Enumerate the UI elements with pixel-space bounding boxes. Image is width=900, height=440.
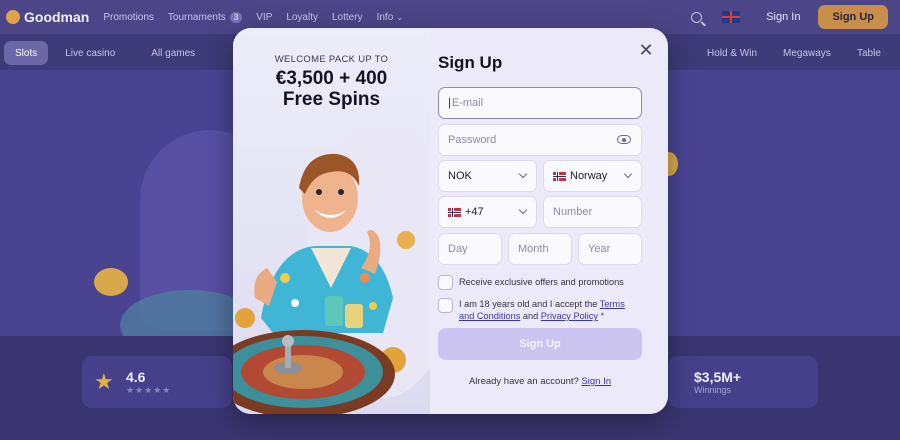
- email-placeholder: E-mail: [451, 97, 484, 109]
- flag-norway-icon: [448, 207, 461, 217]
- country-value: Norway: [570, 170, 608, 182]
- nav-loyalty[interactable]: Loyalty: [286, 12, 318, 23]
- logo-icon: [6, 10, 20, 24]
- sign-up-button[interactable]: Sign Up: [818, 5, 888, 29]
- eye-icon[interactable]: [617, 135, 631, 144]
- nav-promotions[interactable]: Promotions: [103, 12, 154, 23]
- search-icon[interactable]: [691, 11, 703, 23]
- promo-kicker: WELCOME PACK UP TO: [274, 54, 389, 65]
- rating-stars: ★★★★★: [126, 384, 172, 395]
- category-megaways[interactable]: Megaways: [772, 41, 842, 65]
- nav-vip[interactable]: VIP: [256, 12, 272, 23]
- privacy-link[interactable]: Privacy Policy: [541, 311, 598, 321]
- form-title: Sign Up: [438, 53, 503, 72]
- password-placeholder: Password: [448, 134, 497, 146]
- nav-label: Info: [376, 11, 394, 23]
- nav-label: Tournaments: [167, 11, 226, 23]
- have-account-text: Already have an account?: [468, 376, 579, 387]
- flag-uk-icon[interactable]: [722, 11, 741, 23]
- promo-panel: WELCOME PACK UP TO €3,500 + 400 Free Spi…: [233, 28, 430, 414]
- promo-title-line1: €3,500 + 400: [275, 68, 388, 89]
- sign-in-button[interactable]: Sign In: [766, 11, 800, 23]
- flag-norway-icon: [553, 171, 566, 181]
- nav-lottery[interactable]: Lottery: [332, 12, 363, 23]
- phone-number-field[interactable]: Number: [543, 196, 642, 228]
- promo-illustration: [233, 128, 430, 414]
- winnings-value: $3,5M+: [694, 369, 742, 385]
- phone-code-select[interactable]: +47: [438, 196, 537, 228]
- logo-text: Goodman: [24, 9, 90, 25]
- rating-card: ★ 4.6 ★★★★★: [82, 356, 232, 408]
- signup-form: Sign Up | E-mail Password NOK Norway +47…: [438, 28, 668, 414]
- day-placeholder: Day: [448, 243, 468, 255]
- currency-select[interactable]: NOK: [438, 160, 537, 192]
- nav-info[interactable]: Info ⌄: [377, 12, 403, 23]
- birth-year-field[interactable]: Year: [578, 233, 642, 265]
- age-terms-checkbox[interactable]: [438, 298, 453, 313]
- promo-title-line2: Free Spins: [282, 89, 381, 110]
- category-table[interactable]: Table: [846, 41, 892, 65]
- rating-info: 4.6 ★★★★★: [126, 369, 171, 396]
- signup-modal: WELCOME PACK UP TO €3,500 + 400 Free Spi…: [233, 28, 668, 414]
- month-placeholder: Month: [518, 243, 549, 255]
- offers-checkbox[interactable]: [438, 275, 453, 290]
- offers-consent-row: Receive exclusive offers and promotions: [438, 275, 624, 290]
- have-account-row: Already have an account? Sign In: [438, 376, 642, 387]
- email-field[interactable]: | E-mail: [438, 87, 642, 119]
- nav-label: Promotions: [103, 11, 154, 23]
- age-terms-row: I am 18 years old and I accept the Terms…: [438, 298, 642, 322]
- chevron-down-icon: [518, 169, 528, 179]
- country-select[interactable]: Norway: [543, 160, 642, 192]
- submit-button[interactable]: Sign Up: [438, 328, 642, 360]
- rating-value: 4.6: [126, 368, 146, 385]
- category-slots[interactable]: Slots: [4, 41, 49, 65]
- nav-label: VIP: [256, 11, 273, 23]
- category-live-casino[interactable]: Live casino: [54, 41, 126, 65]
- main-nav: Promotions Tournaments 3 VIP Loyalty Lott…: [103, 11, 417, 23]
- currency-value: NOK: [448, 170, 472, 182]
- chevron-down-icon: [623, 169, 633, 179]
- tournaments-count-badge: 3: [229, 11, 243, 23]
- age-text-2: and: [522, 311, 539, 321]
- password-field[interactable]: Password: [438, 124, 642, 156]
- birth-day-field[interactable]: Day: [438, 233, 502, 265]
- required-mark: *: [600, 311, 605, 321]
- coin-icon: [94, 268, 128, 296]
- promo-title: €3,500 + 400 Free Spins: [233, 68, 430, 110]
- logo[interactable]: Goodman: [6, 9, 89, 25]
- chevron-down-icon: [518, 205, 528, 215]
- winnings-label: Winnings: [694, 385, 732, 395]
- phone-code-value: +47: [465, 206, 484, 218]
- year-placeholder: Year: [588, 243, 611, 255]
- age-terms-label: I am 18 years old and I accept the Terms…: [459, 298, 642, 322]
- birth-month-field[interactable]: Month: [508, 233, 572, 265]
- nav-tournaments[interactable]: Tournaments 3: [167, 11, 243, 23]
- text-caret: |: [448, 97, 451, 109]
- age-text-1: I am 18 years old and I accept the: [459, 299, 598, 309]
- number-placeholder: Number: [553, 206, 593, 218]
- nav-label: Lottery: [332, 11, 363, 23]
- category-all-games[interactable]: All games: [140, 41, 206, 65]
- star-icon: ★: [94, 369, 114, 394]
- winnings-card: $3,5M+ Winnings: [668, 356, 818, 408]
- header-actions: Sign In Sign Up: [691, 0, 900, 34]
- signin-link[interactable]: Sign In: [581, 376, 611, 387]
- offers-label: Receive exclusive offers and promotions: [459, 277, 624, 287]
- nav-label: Loyalty: [286, 11, 318, 23]
- chevron-down-icon: ⌄: [396, 12, 403, 22]
- winnings-info: $3,5M+ Winnings: [694, 369, 741, 395]
- category-hold-win[interactable]: Hold & Win: [696, 41, 768, 65]
